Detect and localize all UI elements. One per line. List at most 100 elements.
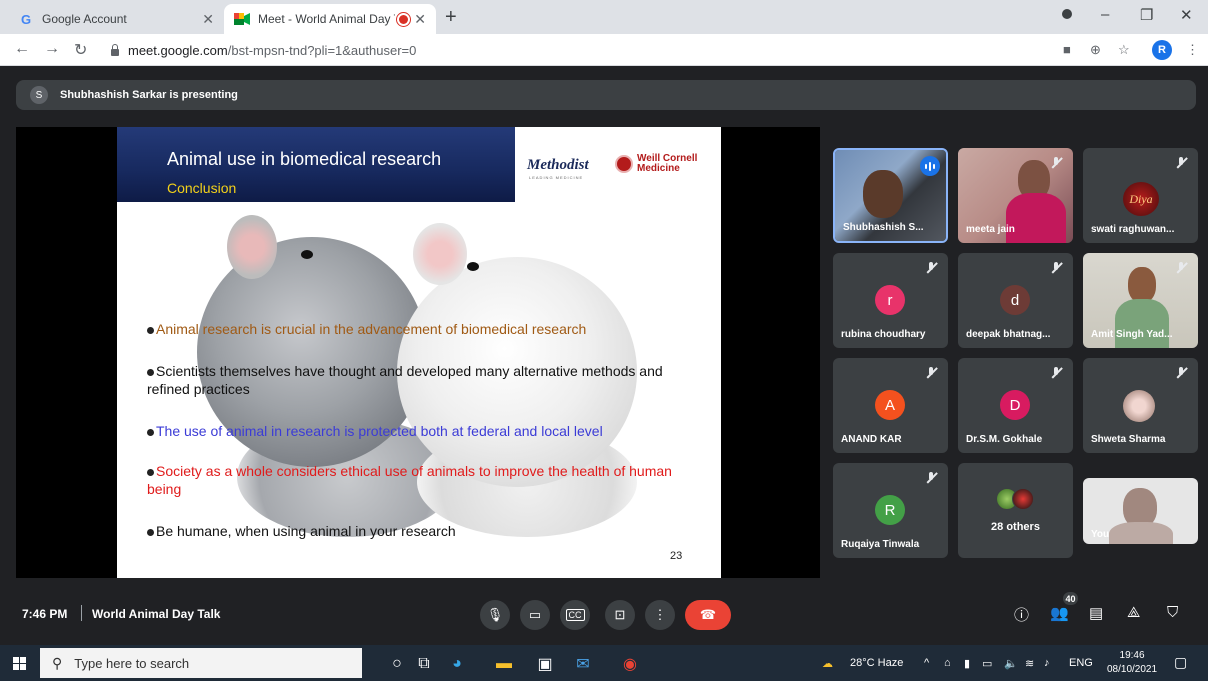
participant-tile[interactable]: Shubhashish S... [833, 148, 948, 243]
participant-image: Diya [1123, 182, 1159, 216]
weather-text[interactable]: 28°C Haze [850, 657, 903, 669]
weather-icon: ☁ [822, 658, 833, 670]
language-indicator[interactable]: ENG [1069, 657, 1093, 669]
chevron-up-icon[interactable]: ^ [924, 657, 929, 669]
url-field[interactable]: meet.google.com/bst-mpsn-tnd?pli=1&authu… [110, 38, 1050, 62]
more-options-button[interactable]: ⋮ [645, 600, 675, 630]
clock-date: 08/10/2021 [1107, 664, 1158, 675]
google-icon: G [20, 11, 32, 27]
participant-tile[interactable]: A ANAND KAR [833, 358, 948, 453]
bullet-text: Animal research is crucial in the advanc… [156, 321, 587, 337]
mic-button[interactable]: 🎙 [480, 600, 510, 630]
search-placeholder: Type here to search [74, 655, 190, 671]
more-vert-icon: ⋮ [653, 607, 667, 622]
participant-body [1115, 299, 1169, 348]
close-tab-icon[interactable]: ✕ [202, 11, 214, 28]
restore-button[interactable]: ❐ [1140, 6, 1153, 24]
mic-off-icon [1049, 261, 1063, 275]
camera-icon: ▭ [528, 607, 542, 622]
taskbar-search[interactable]: ⚲ Type here to search [40, 648, 362, 678]
chrome-icon[interactable]: ◉ [619, 653, 641, 675]
tab-google-account[interactable]: G Google Account ✕ [8, 4, 224, 34]
mic-icon: 🎙 [486, 607, 504, 622]
speaker-icon[interactable]: 🔈 [1004, 657, 1018, 670]
mic-off-icon [924, 471, 938, 485]
menu-icon[interactable]: ⋮ [1186, 42, 1199, 58]
leave-call-button[interactable]: ☎ [685, 600, 731, 630]
url-host: meet.google.com [128, 42, 228, 58]
rat-eye [301, 250, 313, 259]
display-icon[interactable]: ▭ [982, 657, 992, 670]
wifi-icon[interactable]: ≋ [1025, 657, 1034, 670]
tab-meet[interactable]: Meet - World Animal Day Ta ✕ [224, 4, 436, 34]
bookmark-star-icon[interactable]: ☆ [1118, 42, 1130, 58]
minimize-button[interactable]: – [1101, 6, 1109, 23]
participant-name: Shubhashish S... [843, 222, 924, 233]
slide-subtitle: Conclusion [167, 180, 237, 196]
lock-icon [110, 44, 120, 56]
participant-name: Dr.S.M. Gokhale [966, 434, 1043, 445]
present-button[interactable]: ⊡ [605, 600, 635, 630]
rat-ear [413, 223, 467, 285]
participant-tile[interactable]: R Ruqaiya Tinwala [833, 463, 948, 558]
edge-icon[interactable]: ◕ [446, 653, 468, 675]
windows-start-icon[interactable] [13, 657, 26, 670]
reload-button[interactable]: ↻ [74, 40, 87, 60]
mail-icon[interactable]: ✉ [572, 653, 594, 675]
methodist-logo: Methodist [527, 157, 589, 173]
slide-page-number: 23 [670, 550, 683, 562]
close-window-button[interactable]: ✕ [1180, 6, 1193, 24]
host-controls-icon[interactable]: ⛉ [1167, 604, 1178, 621]
speaking-indicator-icon [920, 156, 940, 176]
slide-header: Animal use in biomedical research Conclu… [117, 127, 515, 202]
battery-icon[interactable]: ▮ [964, 657, 970, 670]
participant-name: swati raghuwan... [1091, 224, 1175, 235]
task-view-icon[interactable]: ⧉ [413, 653, 435, 675]
rat-eye [467, 262, 479, 271]
slide-bullet: Scientists themselves have thought and d… [147, 362, 687, 398]
close-tab-icon[interactable]: ✕ [414, 11, 426, 28]
search-icon: ⚲ [52, 654, 63, 671]
participant-tile[interactable]: meeta jain [958, 148, 1073, 243]
participant-tile[interactable]: d deepak bhatnag... [958, 253, 1073, 348]
url-path: /bst-mpsn-tnd?pli=1&authuser=0 [227, 42, 417, 58]
volume-icon[interactable]: ♪ [1044, 657, 1050, 669]
participant-tile[interactable]: Diya swati raghuwan... [1083, 148, 1198, 243]
participant-avatar: A [875, 390, 905, 420]
camera-icon[interactable]: ■ [1063, 42, 1071, 57]
activities-icon[interactable]: ⟁ [1127, 604, 1140, 621]
file-explorer-icon[interactable]: ▬ [493, 653, 515, 675]
zoom-icon[interactable]: ⊕ [1090, 42, 1101, 58]
extension-icon[interactable] [1062, 9, 1072, 19]
network-icon[interactable]: ⌂ [944, 657, 951, 669]
mic-off-icon [1174, 156, 1188, 170]
bullet-text: The use of animal in research is protect… [156, 423, 603, 439]
people-icon[interactable]: 👥 [1050, 604, 1069, 622]
cortana-icon[interactable]: ○ [386, 653, 408, 675]
back-button[interactable]: ← [14, 40, 30, 58]
participant-tile[interactable]: r rubina choudhary [833, 253, 948, 348]
participant-tile[interactable]: Amit Singh Yad... [1083, 253, 1198, 348]
tab-title: Meet - World Animal Day Ta [258, 12, 396, 26]
profile-avatar[interactable]: R [1152, 40, 1172, 60]
divider [81, 605, 82, 621]
store-icon[interactable]: ▣ [534, 653, 556, 675]
participant-body [1006, 193, 1066, 243]
present-icon: ⊡ [614, 607, 626, 622]
notification-icon[interactable]: ▢ [1174, 654, 1187, 671]
system-clock[interactable]: 19:46 08/10/2021 [1107, 649, 1157, 677]
new-tab-button[interactable]: + [445, 6, 457, 29]
camera-button[interactable]: ▭ [520, 600, 550, 630]
participant-tile[interactable]: Shweta Sharma [1083, 358, 1198, 453]
info-icon[interactable]: ⓘ [1014, 604, 1029, 625]
bullet-text: Society as a whole considers ethical use… [147, 463, 672, 497]
participant-name: Amit Singh Yad... [1091, 329, 1173, 340]
self-video-tile[interactable]: You [1083, 478, 1198, 544]
participant-tile[interactable]: D Dr.S.M. Gokhale [958, 358, 1073, 453]
forward-button[interactable]: → [44, 40, 60, 58]
captions-button[interactable]: CC [560, 600, 590, 630]
recording-icon [399, 14, 409, 24]
others-tile[interactable]: 28 others [958, 463, 1073, 558]
chat-icon[interactable]: ▤ [1089, 604, 1103, 622]
seal-icon [615, 155, 633, 173]
